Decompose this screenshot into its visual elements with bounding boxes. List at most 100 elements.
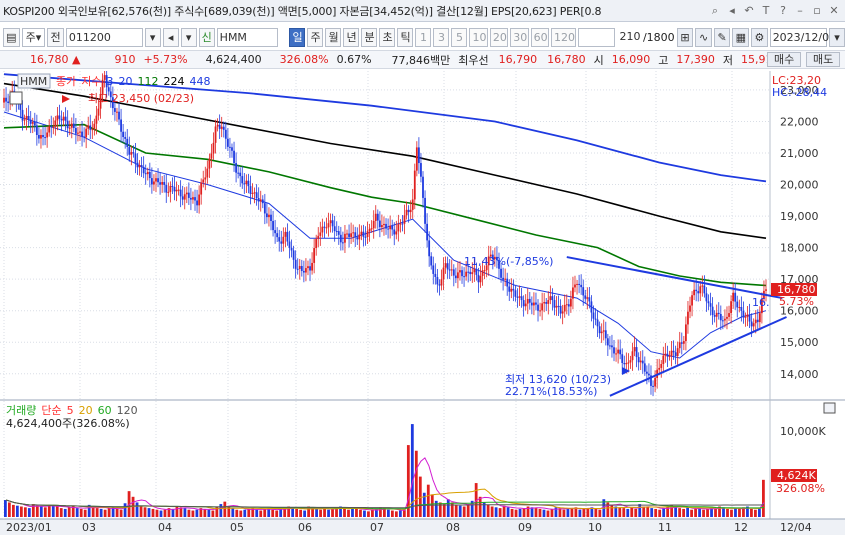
period-day[interactable]: 일 (289, 27, 306, 47)
volume-bar (43, 507, 47, 517)
candle-body (637, 357, 640, 363)
candle-body (261, 199, 264, 204)
volume-bar (7, 502, 11, 517)
candle-body (150, 178, 153, 185)
buy-button[interactable]: 매수 (767, 52, 802, 67)
table-icon[interactable] (9, 91, 23, 105)
candle-body (233, 150, 235, 164)
turnover: 0.67% (336, 53, 372, 66)
candle-body (187, 192, 190, 198)
market-label[interactable]: 전 (47, 27, 64, 47)
date-tick-label: 04 (158, 521, 172, 534)
candle-body (660, 364, 663, 368)
period-month[interactable]: 월 (325, 27, 342, 47)
candle-body (405, 209, 408, 216)
candle-body (613, 347, 615, 354)
calendar-icon[interactable]: ▾ (829, 27, 845, 47)
candle-body (586, 297, 589, 299)
interval-10[interactable]: 10 (469, 27, 488, 47)
candle-body (715, 312, 718, 317)
candle-body (530, 302, 533, 306)
volume-bar (722, 507, 725, 517)
search-icon[interactable]: ⌕ (708, 3, 722, 18)
candle-body (64, 116, 67, 121)
price-tick-label: 22,000 (780, 115, 819, 128)
trade-amount: 77,846백만 (391, 53, 451, 67)
restore-icon[interactable]: ▫ (810, 3, 824, 18)
candle-body (483, 270, 486, 272)
interval-20[interactable]: 20 (489, 27, 509, 47)
interval-30[interactable]: 30 (510, 27, 529, 47)
search-dropdown-icon[interactable]: ▾ (144, 27, 161, 47)
layout-icon[interactable]: ▦ (732, 27, 750, 47)
candle-body (682, 341, 685, 344)
date-tick-label: 11 (658, 521, 672, 534)
candle-body (288, 241, 291, 248)
candle-body (274, 230, 277, 234)
menu-icon[interactable]: ▤ (3, 27, 20, 47)
interval-3[interactable]: 3 (433, 27, 450, 47)
candle-body (424, 197, 426, 224)
market-select[interactable]: 주▾ (21, 27, 46, 47)
help-icon[interactable]: ? (776, 3, 790, 18)
volume-bar (530, 507, 534, 517)
candle-body (292, 250, 295, 260)
text-icon[interactable]: T (759, 3, 773, 18)
interval-1[interactable]: 1 (415, 27, 432, 47)
candle-body (457, 272, 459, 279)
period-year[interactable]: 년 (343, 27, 360, 47)
chart-tool-icon[interactable]: ⊞ (676, 27, 694, 47)
date-input[interactable]: 2023/12/04 (769, 27, 836, 47)
stock-chart-svg[interactable]: 14,00015,00016,00017,00018,00019,00020,0… (0, 64, 845, 535)
stock-code-input[interactable]: 011200 (65, 27, 143, 47)
candle-body (335, 231, 338, 233)
interval-custom-input[interactable] (577, 27, 616, 47)
close-icon[interactable]: ✕ (827, 3, 841, 18)
candle-body (385, 223, 387, 229)
volume-bar (462, 506, 466, 517)
candle-body (216, 124, 219, 127)
candle-body (422, 176, 424, 198)
sell-button[interactable]: 매도 (806, 52, 841, 67)
interval-60[interactable]: 60 (530, 27, 550, 47)
volume-bar (71, 506, 75, 517)
chart-area[interactable]: 14,000 15,000 16,000 17,000 18,000 19,000 20,0… (0, 64, 845, 535)
candle-body (140, 165, 143, 167)
candle-body (567, 304, 570, 307)
candle-body (325, 227, 328, 229)
interval-5[interactable]: 5 (451, 27, 468, 47)
period-minute[interactable]: 분 (361, 27, 378, 47)
draw-icon[interactable]: ✎ (713, 27, 731, 47)
candle-body (678, 342, 681, 349)
candle-body (153, 181, 155, 185)
search-label[interactable]: 신 (198, 27, 215, 47)
volume-bar (171, 508, 175, 517)
current-price: 16,780 ▲ (30, 53, 81, 66)
minimize-icon[interactable]: – (793, 3, 807, 18)
candle-body (95, 115, 98, 124)
count-input[interactable]: 210 (617, 28, 640, 47)
candle-body (738, 307, 741, 309)
volume-bar (195, 509, 199, 517)
speaker-icon[interactable]: ◂ (162, 27, 179, 47)
period-second[interactable]: 초 (379, 27, 396, 47)
price-panel-collapse-icon[interactable] (823, 402, 836, 414)
candle-body (3, 97, 5, 103)
candle-body (247, 180, 250, 187)
indicator-icon[interactable]: ∿ (695, 27, 712, 47)
candle-body (454, 275, 457, 279)
candle-body (383, 223, 385, 226)
settings-icon[interactable]: ⚙ (751, 27, 768, 47)
stock-name: HMM (219, 30, 247, 44)
period-tick[interactable]: 틱 (397, 27, 414, 47)
candle-body (44, 137, 46, 139)
candle-body (358, 234, 361, 240)
interval-120[interactable]: 120 (551, 27, 576, 47)
chevron-down-icon[interactable]: ▾ (180, 27, 197, 47)
price-change: 910 (114, 53, 136, 66)
undo-icon[interactable]: ↶ (742, 3, 756, 18)
back-icon[interactable]: ◂ (725, 3, 739, 18)
candle-body (748, 314, 751, 322)
period-week[interactable]: 주 (307, 27, 324, 47)
candle-body (70, 123, 73, 128)
